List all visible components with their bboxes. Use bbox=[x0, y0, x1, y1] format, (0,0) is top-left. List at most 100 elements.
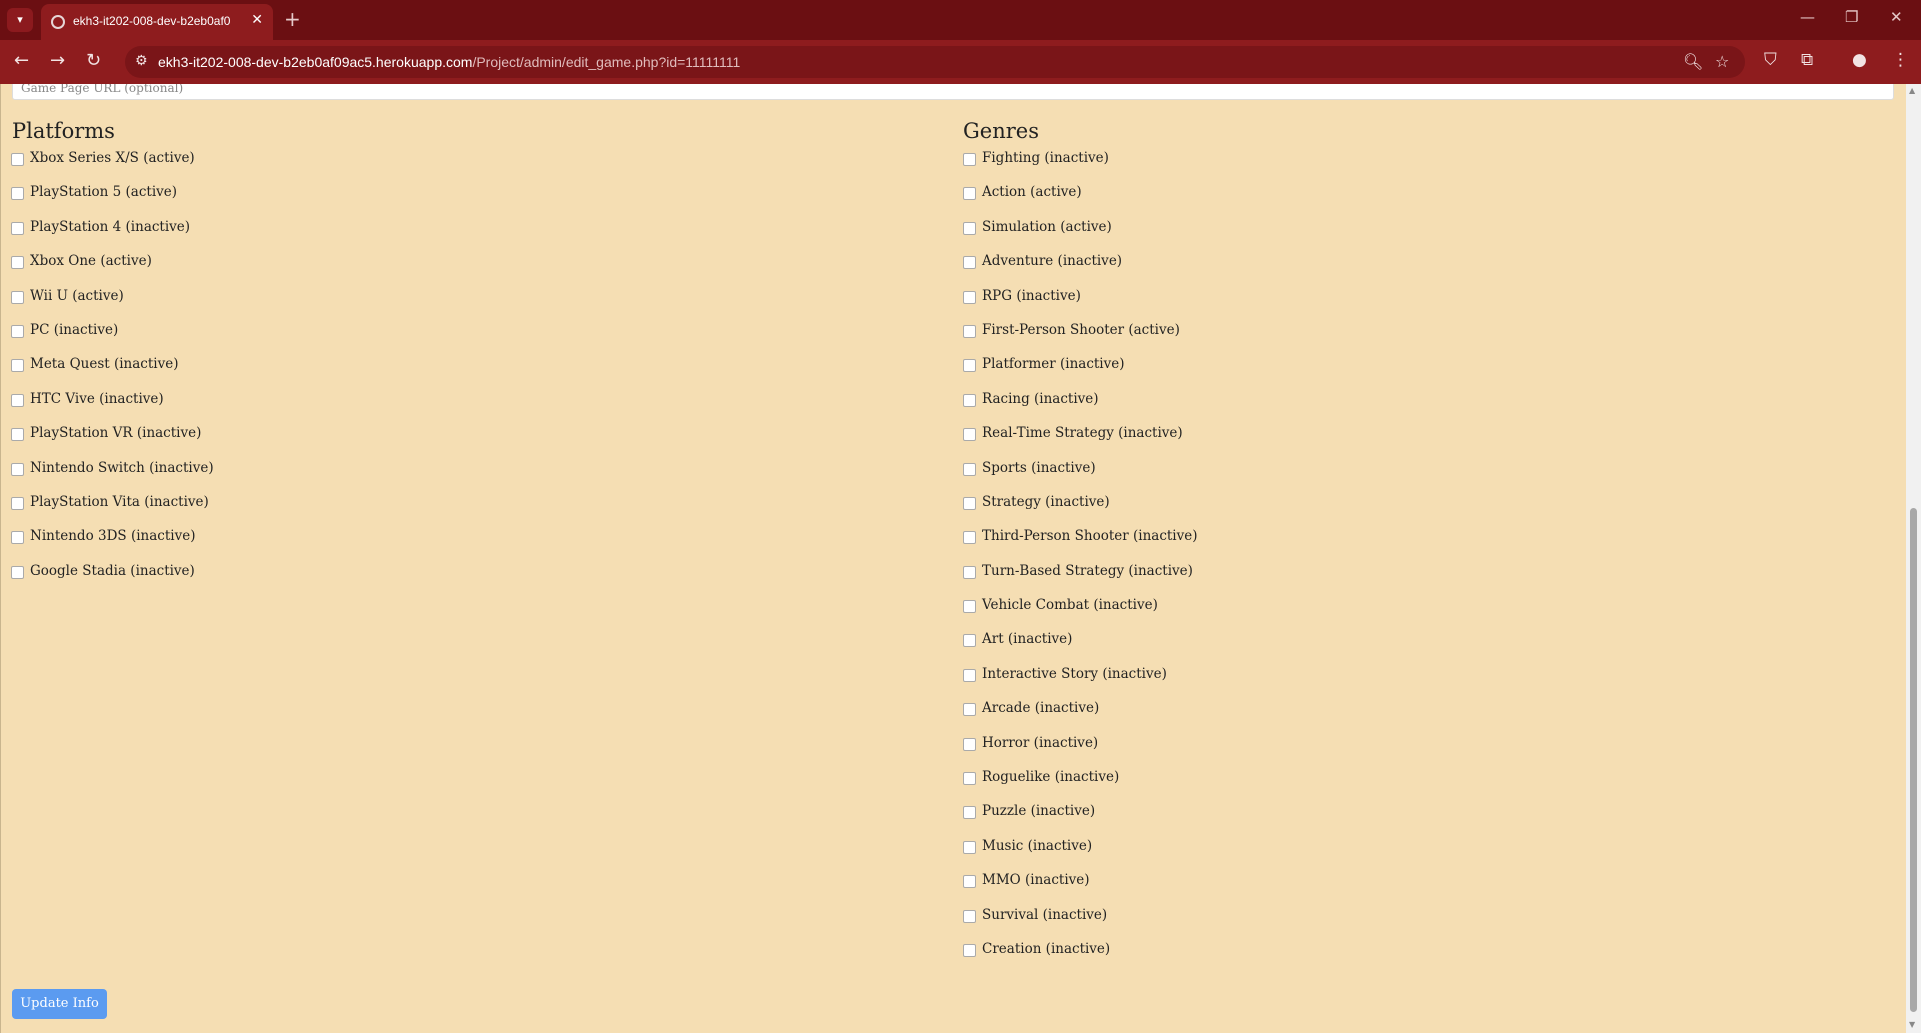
genre-checkbox[interactable] bbox=[963, 668, 976, 682]
genre-label[interactable]: Horror (inactive) bbox=[982, 735, 1098, 751]
genre-label[interactable]: Interactive Story (inactive) bbox=[982, 666, 1167, 682]
platform-label[interactable]: PlayStation Vita (inactive) bbox=[30, 494, 209, 510]
bookmark-star-icon[interactable]: ☆ bbox=[1715, 52, 1729, 71]
platform-checkbox[interactable] bbox=[11, 221, 24, 235]
reload-icon[interactable]: ↻ bbox=[86, 50, 101, 71]
genre-checkbox[interactable] bbox=[963, 840, 976, 854]
zoom-icon[interactable]: 🔍︎ bbox=[1683, 52, 1703, 71]
genre-label[interactable]: Music (inactive) bbox=[982, 838, 1092, 854]
genre-checkbox[interactable] bbox=[963, 737, 976, 751]
scrollbar-thumb[interactable] bbox=[1910, 508, 1917, 1012]
menu-kebab-icon[interactable]: ⋮ bbox=[1892, 50, 1909, 70]
update-info-button[interactable]: Update Info bbox=[12, 989, 107, 1019]
genre-checkbox[interactable] bbox=[963, 531, 976, 545]
platform-label[interactable]: PlayStation 4 (inactive) bbox=[30, 219, 190, 235]
genre-label[interactable]: Vehicle Combat (inactive) bbox=[982, 597, 1158, 613]
platform-label[interactable]: PlayStation 5 (active) bbox=[30, 184, 177, 200]
platform-label[interactable]: Wii U (active) bbox=[30, 288, 124, 304]
platform-checkbox[interactable] bbox=[11, 290, 24, 304]
genre-label[interactable]: Adventure (inactive) bbox=[982, 253, 1122, 269]
genre-checkbox[interactable] bbox=[963, 290, 976, 304]
genre-checkbox[interactable] bbox=[963, 772, 976, 786]
platform-checkbox[interactable] bbox=[11, 187, 24, 201]
extensions-puzzle-icon[interactable]: ⧉ bbox=[1801, 50, 1813, 70]
genre-label[interactable]: Puzzle (inactive) bbox=[982, 803, 1095, 819]
genre-checkbox[interactable] bbox=[963, 359, 976, 373]
genre-checkbox[interactable] bbox=[963, 565, 976, 579]
close-window-icon[interactable]: ✕ bbox=[1890, 8, 1903, 26]
platform-label[interactable]: Nintendo 3DS (inactive) bbox=[30, 528, 195, 544]
platform-checkbox[interactable] bbox=[11, 324, 24, 338]
platform-label[interactable]: Google Stadia (inactive) bbox=[30, 563, 195, 579]
genre-label[interactable]: Action (active) bbox=[982, 184, 1082, 200]
genre-label[interactable]: Platformer (inactive) bbox=[982, 356, 1125, 372]
tab-search-chevron-icon[interactable]: ▾ bbox=[7, 8, 33, 32]
minimize-icon[interactable]: — bbox=[1800, 8, 1815, 26]
platform-checkbox[interactable] bbox=[11, 496, 24, 510]
genre-label[interactable]: Creation (inactive) bbox=[982, 941, 1110, 957]
platform-checkbox[interactable] bbox=[11, 359, 24, 373]
platform-checkbox[interactable] bbox=[11, 256, 24, 270]
platform-label[interactable]: Xbox One (active) bbox=[30, 253, 152, 269]
genre-checkbox[interactable] bbox=[963, 875, 976, 889]
genre-label[interactable]: Simulation (active) bbox=[982, 219, 1112, 235]
genre-checkbox[interactable] bbox=[963, 256, 976, 270]
profile-icon[interactable]: ● bbox=[1852, 50, 1867, 70]
genre-label[interactable]: First-Person Shooter (active) bbox=[982, 322, 1180, 338]
new-tab-icon[interactable]: + bbox=[284, 7, 301, 31]
genre-checkbox[interactable] bbox=[963, 428, 976, 442]
platform-checkbox[interactable] bbox=[11, 393, 24, 407]
platform-label[interactable]: PC (inactive) bbox=[30, 322, 118, 338]
genre-label[interactable]: RPG (inactive) bbox=[982, 288, 1081, 304]
address-bar[interactable]: ⚙ ekh3-it202-008-dev-b2eb0af09ac5.heroku… bbox=[125, 46, 1745, 78]
genre-checkbox[interactable] bbox=[963, 943, 976, 957]
genre-checkbox[interactable] bbox=[963, 703, 976, 717]
genre-label[interactable]: Arcade (inactive) bbox=[982, 700, 1099, 716]
game-url-input[interactable]: Game Page URL (optional) bbox=[12, 84, 1894, 100]
genre-checkbox[interactable] bbox=[963, 324, 976, 338]
genre-label[interactable]: Strategy (inactive) bbox=[982, 494, 1110, 510]
browser-tab[interactable]: ekh3-it202-008-dev-b2eb0af0 ✕ bbox=[41, 4, 273, 40]
platform-checkbox[interactable] bbox=[11, 428, 24, 442]
platform-label[interactable]: Nintendo Switch (inactive) bbox=[30, 460, 214, 476]
platform-checkbox[interactable] bbox=[11, 462, 24, 476]
genre-checkbox[interactable] bbox=[963, 393, 976, 407]
genre-checkbox[interactable] bbox=[963, 806, 976, 820]
genre-label[interactable]: MMO (inactive) bbox=[982, 872, 1090, 888]
platform-label[interactable]: PlayStation VR (inactive) bbox=[30, 425, 201, 441]
genre-label[interactable]: Racing (inactive) bbox=[982, 391, 1099, 407]
genre-label[interactable]: Third-Person Shooter (inactive) bbox=[982, 528, 1198, 544]
platform-checkbox[interactable] bbox=[11, 531, 24, 545]
genre-label[interactable]: Sports (inactive) bbox=[982, 460, 1096, 476]
site-settings-icon[interactable]: ⚙ bbox=[135, 53, 148, 69]
scroll-up-icon[interactable]: ▲ bbox=[1909, 86, 1915, 95]
genre-checkbox[interactable] bbox=[963, 462, 976, 476]
genre-checkbox[interactable] bbox=[963, 496, 976, 510]
scroll-down-icon[interactable]: ▼ bbox=[1909, 1020, 1915, 1029]
tab-title: ekh3-it202-008-dev-b2eb0af0 bbox=[73, 14, 231, 28]
genre-label[interactable]: Real-Time Strategy (inactive) bbox=[982, 425, 1183, 441]
page-scrollbar[interactable]: ▲ ▼ bbox=[1906, 84, 1921, 1033]
genre-checkbox[interactable] bbox=[963, 187, 976, 201]
platform-checkbox[interactable] bbox=[11, 565, 24, 579]
platform-checkbox[interactable] bbox=[11, 153, 24, 166]
shield-extension-icon[interactable]: ⛉ bbox=[1764, 50, 1777, 70]
genre-checkbox[interactable] bbox=[963, 600, 976, 614]
genre-label[interactable]: Turn-Based Strategy (inactive) bbox=[982, 563, 1193, 579]
genre-checkbox[interactable] bbox=[963, 634, 976, 648]
back-icon[interactable]: ← bbox=[14, 50, 29, 71]
genre-label[interactable]: Fighting (inactive) bbox=[982, 150, 1109, 166]
forward-icon[interactable]: → bbox=[50, 50, 65, 71]
genre-label[interactable]: Art (inactive) bbox=[982, 631, 1072, 647]
genre-checkbox[interactable] bbox=[963, 909, 976, 923]
genre-checkbox[interactable] bbox=[963, 221, 976, 235]
platform-label[interactable]: HTC Vive (inactive) bbox=[30, 391, 164, 407]
genre-label[interactable]: Survival (inactive) bbox=[982, 907, 1107, 923]
genre-checkbox[interactable] bbox=[963, 153, 976, 166]
genre-label[interactable]: Roguelike (inactive) bbox=[982, 769, 1119, 785]
tab-close-icon[interactable]: ✕ bbox=[251, 12, 263, 28]
restore-icon[interactable]: ❐ bbox=[1845, 8, 1858, 26]
game-url-placeholder: Game Page URL (optional) bbox=[21, 84, 184, 95]
platform-label[interactable]: Xbox Series X/S (active) bbox=[30, 150, 195, 166]
platform-label[interactable]: Meta Quest (inactive) bbox=[30, 356, 179, 372]
